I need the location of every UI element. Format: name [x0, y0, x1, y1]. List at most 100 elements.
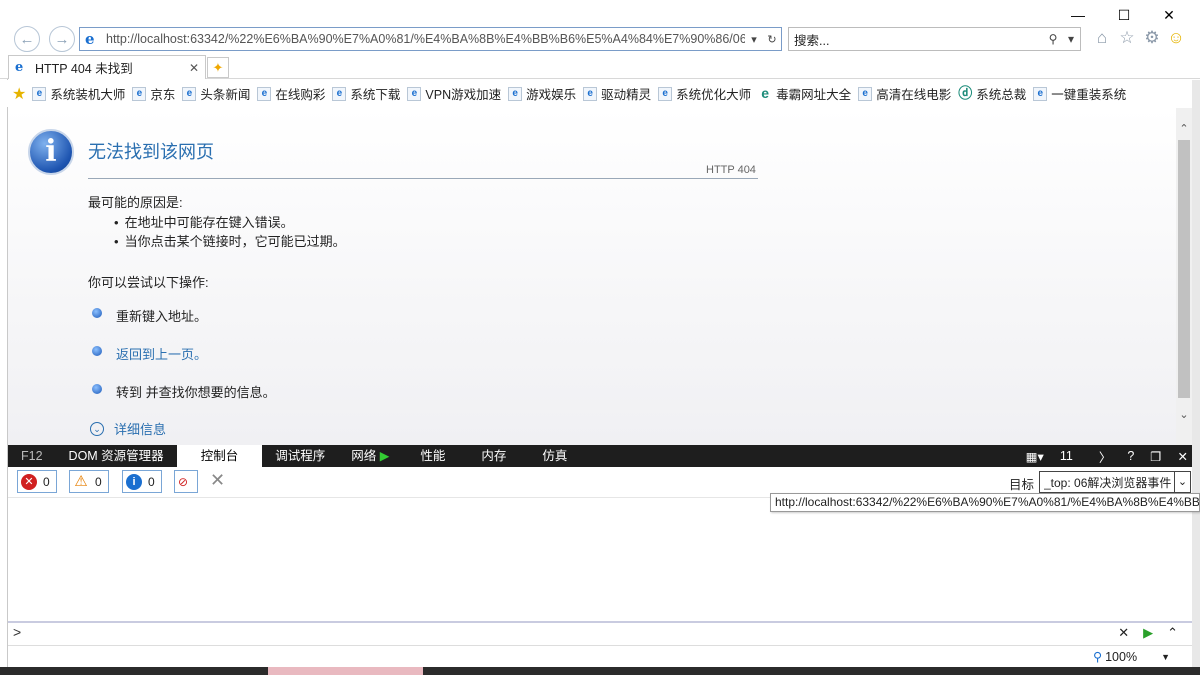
- favorite-link[interactable]: e 京东: [132, 84, 175, 103]
- chevron-down-icon[interactable]: ⌄: [1174, 472, 1190, 492]
- home-icon[interactable]: ⌂: [1092, 28, 1112, 48]
- reason-item: 在地址中可能存在键入错误。: [114, 212, 346, 231]
- url-tooltip: http://localhost:63342/%22%E6%BA%90%E7%A…: [770, 493, 1200, 512]
- more-info-label: 详细信息: [114, 422, 167, 437]
- errors-filter-button[interactable]: ✕ 0: [17, 470, 57, 493]
- search-input[interactable]: 搜索...: [794, 30, 1044, 49]
- tab-close-icon[interactable]: ✕: [189, 61, 205, 75]
- monitor-icon[interactable]: ▦▾: [1026, 449, 1044, 464]
- add-favorite-star-icon[interactable]: ★: [12, 84, 26, 104]
- page-title: 无法找到该网页: [88, 142, 214, 162]
- search-dropdown-icon[interactable]: ▾: [1062, 32, 1080, 46]
- ie-page-icon: e: [508, 86, 523, 101]
- refresh-icon[interactable]: ↻: [763, 33, 781, 46]
- gear-icon[interactable]: ⚙: [1142, 28, 1162, 48]
- console-panel-icon[interactable]: 〉: [1099, 447, 1112, 466]
- forward-button[interactable]: →: [49, 26, 75, 52]
- ie-page-icon: e: [332, 86, 347, 101]
- favorite-link[interactable]: e 一键重装系统: [1033, 84, 1126, 103]
- new-tab-button[interactable]: ✦: [207, 57, 229, 78]
- page-content: i 无法找到该网页 HTTP 404 最可能的原因是: 在地址中可能存在键入错误…: [8, 108, 1176, 445]
- clear-input-icon[interactable]: ✕: [1118, 625, 1129, 641]
- tab-dom-explorer[interactable]: DOM 资源管理器: [56, 445, 177, 467]
- messages-filter-button[interactable]: i0: [122, 470, 162, 493]
- address-bar[interactable]: e http://localhost:63342/%22%E6%BA%90%E7…: [79, 27, 782, 51]
- search-box[interactable]: 搜索... ⚲ ▾: [788, 27, 1081, 51]
- status-bar: ⚲ 100% ▼: [8, 645, 1192, 667]
- zoom-dropdown-icon[interactable]: ▼: [1161, 652, 1170, 662]
- action-retype-address: 重新键入地址。: [92, 306, 207, 325]
- target-select[interactable]: _top: 06解决浏览器事件 ⌄: [1039, 471, 1191, 493]
- devtools-tabbar: F12 DOM 资源管理器 控制台 调试程序 网络 ▶ 性能 内存 仿真 ▦▾ …: [8, 445, 1192, 467]
- console-output[interactable]: [8, 497, 1192, 621]
- ie-page-icon: e: [583, 86, 598, 101]
- action-go-to: 转到 并查找你想要的信息。: [92, 382, 276, 401]
- help-icon[interactable]: ?: [1127, 449, 1134, 463]
- tab-emulation[interactable]: 仿真: [524, 445, 585, 467]
- back-button[interactable]: ←: [14, 26, 40, 52]
- favorite-link[interactable]: e 系统下载: [332, 84, 400, 103]
- page-scrollbar[interactable]: ⌃ ⌄: [1176, 108, 1192, 445]
- close-button[interactable]: ✕: [1146, 4, 1192, 26]
- bullet-icon: [92, 345, 102, 356]
- play-record-icon[interactable]: ▶: [380, 449, 390, 463]
- chevron-down-icon: ⌄: [90, 421, 104, 436]
- tab-memory[interactable]: 内存: [463, 445, 524, 467]
- title-divider: [88, 178, 758, 179]
- favorite-link[interactable]: e VPN游戏加速: [407, 84, 501, 103]
- console-input-buttons: ✕ ▶ ⌃: [1104, 625, 1178, 641]
- tab-http-404[interactable]: e HTTP 404 未找到 ✕: [8, 55, 206, 79]
- target-select-value: _top: 06解决浏览器事件: [1044, 475, 1172, 490]
- tab-debugger[interactable]: 调试程序: [262, 445, 338, 467]
- expand-input-icon[interactable]: ⌃: [1167, 625, 1178, 641]
- address-url[interactable]: http://localhost:63342/%22%E6%BA%90%E7%A…: [106, 32, 745, 46]
- run-icon[interactable]: ▶: [1143, 625, 1153, 641]
- maximize-button[interactable]: ☐: [1101, 4, 1147, 26]
- back-arrow-icon: ←: [19, 30, 35, 48]
- ie-page-icon: e: [257, 86, 272, 101]
- forward-arrow-icon: →: [54, 30, 70, 48]
- http-status-code: HTTP 404: [706, 164, 756, 176]
- scroll-down-icon[interactable]: ⌄: [1176, 408, 1192, 421]
- undock-icon[interactable]: ❐: [1150, 449, 1161, 464]
- favorite-link[interactable]: e 头条新闻: [182, 84, 250, 103]
- tab-network[interactable]: 网络 ▶: [338, 445, 402, 467]
- favorite-link[interactable]: e 高清在线电影: [858, 84, 951, 103]
- warnings-filter-button[interactable]: ⚠ 0: [69, 470, 109, 493]
- zoom-control[interactable]: ⚲ 100% ▼: [1092, 649, 1170, 665]
- favorite-link[interactable]: e 系统装机大师: [32, 84, 125, 103]
- favorite-link[interactable]: e 系统优化大师: [658, 84, 751, 103]
- error-icon: ✕: [21, 473, 37, 490]
- tab-console[interactable]: 控制台: [176, 445, 263, 467]
- more-info-toggle[interactable]: ⌄ 详细信息: [90, 419, 166, 438]
- tab-performance[interactable]: 性能: [402, 445, 463, 467]
- info-icon: i: [126, 473, 142, 490]
- ie-page-icon: e: [858, 86, 873, 101]
- zoom-icon: ⚲: [1092, 650, 1103, 664]
- search-icon[interactable]: ⚲: [1044, 32, 1062, 46]
- favorite-link[interactable]: e 游戏娱乐: [508, 84, 576, 103]
- zoom-level: 100%: [1105, 649, 1138, 664]
- smiley-feedback-icon[interactable]: ☺: [1166, 28, 1186, 48]
- clear-console-icon[interactable]: ✕: [210, 470, 225, 491]
- document-mode[interactable]: 11: [1060, 449, 1073, 463]
- favorites-star-icon[interactable]: ☆: [1117, 28, 1137, 48]
- address-dropdown-icon[interactable]: ▾: [745, 33, 763, 46]
- devtools-close-icon[interactable]: ✕: [1178, 449, 1188, 464]
- ie-page-icon: e: [658, 86, 673, 101]
- go-back-link[interactable]: 返回到上一页。: [116, 344, 207, 363]
- scroll-up-icon[interactable]: ⌃: [1176, 122, 1192, 135]
- favorite-link[interactable]: ⓓ 系统总裁: [958, 84, 1026, 103]
- tab-title: HTTP 404 未找到: [35, 62, 133, 76]
- try-heading: 你可以尝试以下操作:: [88, 275, 209, 290]
- devtools-f12-label: F12: [21, 449, 43, 463]
- favorite-link[interactable]: e 毒霸网址大全: [758, 84, 851, 103]
- favorite-link[interactable]: e 在线购彩: [257, 84, 325, 103]
- scrollbar-thumb[interactable]: [1178, 140, 1190, 398]
- favorite-link[interactable]: e 驱动精灵: [583, 84, 651, 103]
- reason-item: 当你点击某个链接时，它可能已过期。: [114, 231, 346, 250]
- clear-on-navigate-button[interactable]: ⊘: [174, 470, 198, 493]
- minimize-button[interactable]: —: [1055, 4, 1101, 26]
- console-input-bar[interactable]: > ✕ ▶ ⌃: [8, 621, 1192, 645]
- action-go-back[interactable]: 返回到上一页。: [92, 344, 207, 363]
